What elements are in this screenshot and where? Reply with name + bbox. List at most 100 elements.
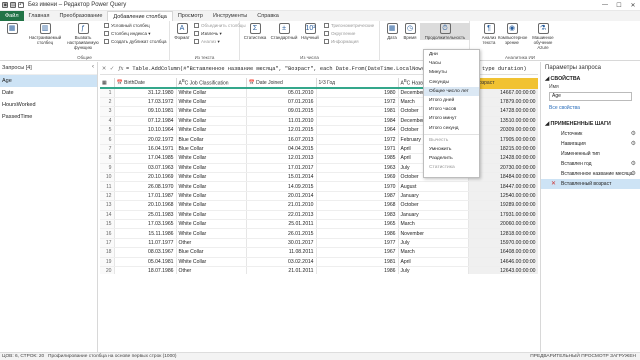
table-cell[interactable]: White Collar <box>176 88 247 98</box>
table-cell[interactable]: 09.10.1981 <box>114 106 177 117</box>
table-cell[interactable]: 20060.00:00:00 <box>468 219 538 230</box>
table-cell[interactable]: 21.01.2011 <box>246 266 317 274</box>
table-cell[interactable]: 26.08.1970 <box>114 181 177 192</box>
standard-button[interactable]: ± Стандартный <box>270 23 298 40</box>
query-name-input[interactable]: Age <box>549 92 632 101</box>
table-cell[interactable]: 09.01.2015 <box>246 106 317 117</box>
table-cell[interactable]: July <box>398 266 469 274</box>
table-cell[interactable]: 1964 <box>316 125 399 136</box>
table-cell[interactable]: White Collar <box>176 210 247 220</box>
applied-step[interactable]: Вставленное название месяца ⚙ <box>541 169 640 179</box>
table-cell[interactable]: White Collar <box>176 116 247 127</box>
menu-item[interactable]: Разделить <box>424 154 479 163</box>
table-cell[interactable]: White Collar <box>176 181 247 192</box>
table-cell[interactable]: Blue Collar <box>176 134 247 145</box>
table-cell[interactable]: 1967 <box>316 247 399 258</box>
extract-button[interactable]: Извлечь ▾ <box>194 31 222 37</box>
custom-column-partial-button[interactable]: ▦ <box>0 23 24 35</box>
menu-item[interactable]: Итого секунд <box>424 124 479 133</box>
table-cell[interactable]: November <box>398 228 469 239</box>
menu-item[interactable]: Итого минут <box>424 114 479 123</box>
collapse-icon[interactable]: ‹ <box>92 64 94 70</box>
table-cell[interactable]: 05.01.2010 <box>246 88 317 98</box>
table-cell[interactable]: August <box>398 181 469 192</box>
applied-steps-header[interactable]: ◢ ПРИМЕНЕННЫЕ ШАГИ <box>541 119 640 129</box>
table-cell[interactable]: 11.07.1977 <box>114 238 177 249</box>
table-cell[interactable]: 12643.00:00:00 <box>468 266 538 274</box>
information-button[interactable]: Информация <box>324 39 359 45</box>
table-cell[interactable]: 1980 <box>316 88 399 98</box>
table-row[interactable]: 15 17.03.1965 White Collar 25.01.2011 1965 Ma… <box>100 219 538 230</box>
merge-columns-button[interactable]: Объединить столбцы <box>194 23 246 29</box>
table-cell[interactable]: 12818.00:00:00 <box>468 228 538 239</box>
cancel-formula-icon[interactable]: ✕ <box>100 66 108 72</box>
table-cell[interactable]: 14646.00:00:00 <box>468 257 538 267</box>
maximize-button[interactable]: ☐ <box>612 2 626 9</box>
minimize-button[interactable]: — <box>598 2 612 9</box>
column-header[interactable]: 1²3 Год <box>316 78 399 89</box>
table-cell[interactable]: 20.01.2014 <box>246 191 317 202</box>
tab-file[interactable]: Файл <box>0 11 24 21</box>
applied-step[interactable]: Измененный тип <box>541 149 640 159</box>
table-row[interactable]: 12 17.01.1987 White Collar 20.01.2014 1987 Ja… <box>100 191 538 202</box>
table-row[interactable]: 17 11.07.1977 Other 30.01.2017 1977 July 15970… <box>100 238 538 249</box>
tab-home[interactable]: Главная <box>24 11 55 21</box>
table-cell[interactable]: White Collar <box>176 125 247 136</box>
table-cell[interactable]: White Collar <box>176 191 247 202</box>
table-row[interactable]: 14 25.01.1983 White Collar 22.01.2013 1983 Ja… <box>100 210 538 220</box>
status-profiling[interactable]: Профилирование столбца на основе первых … <box>48 353 177 360</box>
table-cell[interactable]: 1977 <box>316 238 399 249</box>
conditional-column-button[interactable]: Условный столбец <box>104 23 150 29</box>
table-cell[interactable]: 1986 <box>316 228 399 239</box>
table-cell[interactable]: 19289.00:00:00 <box>468 200 538 211</box>
column-header[interactable]: 📅 BirthDate <box>114 78 177 89</box>
table-cell[interactable]: White Collar <box>176 172 247 183</box>
table-cell[interactable]: 03.02.2014 <box>246 257 317 267</box>
table-cell[interactable]: 05.04.1981 <box>114 257 177 267</box>
table-cell[interactable]: 11.08.2011 <box>246 247 317 258</box>
table-row[interactable]: 19 05.04.1981 White Collar 03.02.2014 1981 Ap… <box>100 257 538 267</box>
date-button[interactable]: ▦ Дата <box>382 23 402 40</box>
menu-item[interactable]: Умножить <box>424 145 479 154</box>
menu-item[interactable]: Часы <box>424 59 479 68</box>
table-cell[interactable]: White Collar <box>176 97 247 108</box>
table-cell[interactable]: 18.07.1986 <box>114 266 177 274</box>
query-item[interactable]: Date <box>0 87 97 99</box>
custom-column-button[interactable]: ▥ Настраиваемый столбец <box>26 23 64 45</box>
save-icon[interactable]: ▤ <box>10 2 16 8</box>
gear-icon[interactable]: ⚙ <box>631 139 636 149</box>
table-cell[interactable]: 15970.00:00:00 <box>468 238 538 249</box>
table-cell[interactable]: 1981 <box>316 257 399 267</box>
table-cell[interactable]: 25.01.2011 <box>246 219 317 230</box>
table-cell[interactable]: 12.01.2013 <box>246 153 317 164</box>
undo-icon[interactable]: ↶ <box>18 2 24 8</box>
parse-button[interactable]: Анализ ▾ <box>194 39 220 45</box>
tab-view[interactable]: Просмотр <box>173 11 208 21</box>
table-cell[interactable]: 17.01.1987 <box>114 191 177 202</box>
column-header[interactable]: ABC Job Classification <box>176 78 247 89</box>
table-row[interactable]: 13 20.10.1968 White Collar 21.01.2010 1968 Oc… <box>100 200 538 211</box>
applied-step[interactable]: Навигация ⚙ <box>541 139 640 149</box>
table-cell[interactable]: 1972 <box>316 97 399 108</box>
table-cell[interactable]: 1969 <box>316 172 399 183</box>
duration-button[interactable]: ⏱ Продолжительность <box>420 23 470 40</box>
table-row[interactable]: 16 15.11.1986 White Collar 26.01.2015 1986 No… <box>100 228 538 239</box>
properties-header[interactable]: ◢ СВОЙСТВА <box>541 74 640 84</box>
table-cell[interactable]: 21.01.2010 <box>246 200 317 211</box>
query-item[interactable]: HoursWorked <box>0 99 97 111</box>
table-menu-icon[interactable]: ▦ <box>100 78 115 89</box>
table-cell[interactable]: April <box>398 257 469 267</box>
table-cell[interactable]: White Collar <box>176 200 247 211</box>
table-cell[interactable]: 20.10.1968 <box>114 200 177 211</box>
gear-icon[interactable]: ⚙ <box>631 159 636 169</box>
table-cell[interactable]: 04.04.2015 <box>246 144 317 155</box>
table-cell[interactable]: 1981 <box>316 106 399 117</box>
table-cell[interactable]: 15.11.1986 <box>114 228 177 239</box>
table-cell[interactable]: 17.04.1985 <box>114 153 177 164</box>
table-cell[interactable]: 22.01.2013 <box>246 210 317 220</box>
table-cell[interactable]: October <box>398 200 469 211</box>
gear-icon[interactable]: ⚙ <box>631 129 636 139</box>
table-cell[interactable]: White Collar <box>176 106 247 117</box>
table-cell[interactable]: 1972 <box>316 134 399 145</box>
table-cell[interactable]: 07.12.1984 <box>114 116 177 127</box>
